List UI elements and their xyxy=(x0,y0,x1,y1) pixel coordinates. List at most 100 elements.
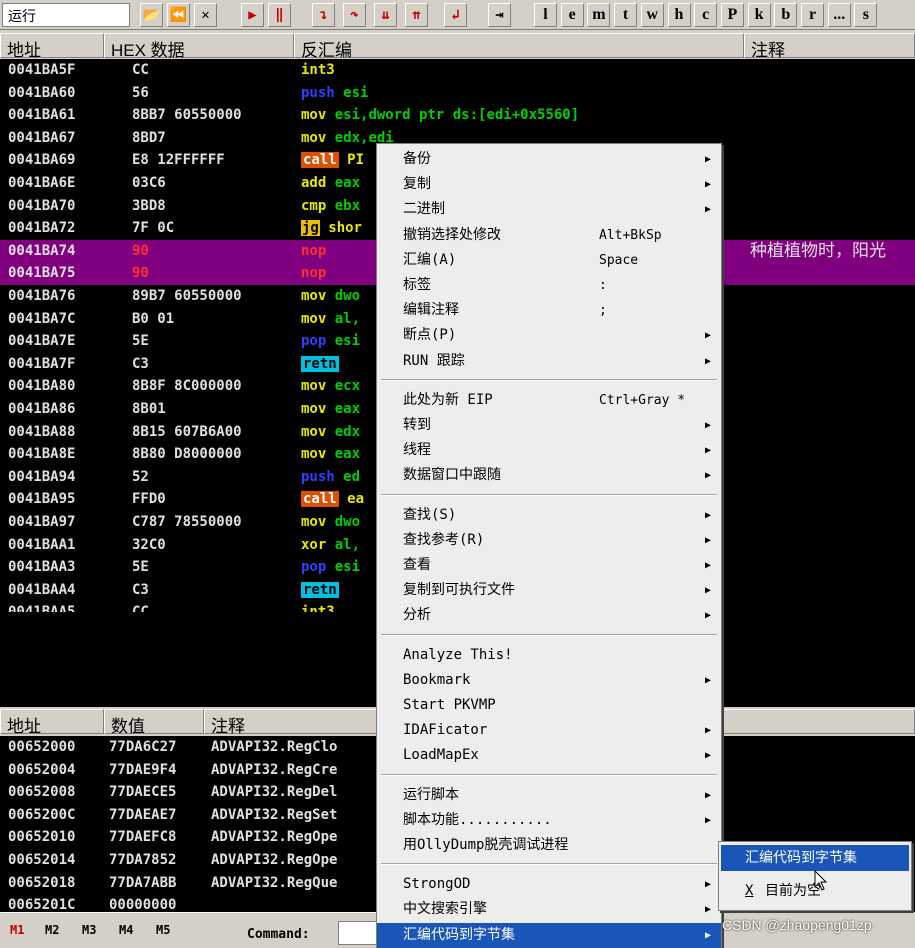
toolbar-window-button[interactable]: P xyxy=(720,3,744,27)
tab-m2[interactable]: M2 xyxy=(45,923,59,937)
row-address: 0041BAA4 xyxy=(8,581,76,598)
row-disassembly: nop xyxy=(301,265,327,282)
submenu-item-key: X xyxy=(745,883,754,899)
menu-item[interactable]: 撤销选择处修改 Alt+BkSp xyxy=(377,223,721,248)
toolbar-window-button[interactable]: m xyxy=(587,3,611,27)
menu-item[interactable]: 转到 ▶ xyxy=(377,413,721,438)
trace-into-icon[interactable]: ⇊ xyxy=(374,3,397,27)
step-into-icon[interactable]: ↴ xyxy=(312,3,335,27)
row-hex: C787 78550000 xyxy=(132,514,242,530)
dump-cmt: ADVAPI32.RegQue xyxy=(211,874,338,891)
step-over-icon[interactable]: ↷ xyxy=(343,3,366,27)
disassembly-row[interactable]: 0041BA5F CC int3 xyxy=(0,59,915,82)
menu-item[interactable]: 查看 ▶ xyxy=(377,553,721,578)
menu-item-label: 用OllyDump脱壳调试进程 xyxy=(403,837,569,853)
menu-item[interactable]: 标签: xyxy=(377,273,721,298)
row-disassembly: push ed xyxy=(301,468,361,485)
menu-item[interactable]: IDAFicator ▶ xyxy=(377,718,721,743)
menu-item[interactable]: 查找参考(R) ▶ xyxy=(377,528,721,553)
dump-val: 77DA7ABB xyxy=(109,874,177,891)
submenu-arrow-icon: ▶ xyxy=(704,204,711,216)
dump-val: 77DAEFC8 xyxy=(109,829,177,846)
trace-over-icon[interactable]: ⇈ xyxy=(405,3,428,27)
menu-item-label: 查找参考(R) xyxy=(403,531,485,548)
cpu-header-hex[interactable]: HEX 数据 xyxy=(104,33,294,60)
dump-val: 77DAE9F4 xyxy=(109,761,177,778)
menu-item[interactable]: LoadMapEx ▶ xyxy=(377,743,721,768)
menu-item[interactable]: 汇编代码到字节集 ▶ xyxy=(377,922,721,948)
menu-item[interactable]: 二进制 ▶ xyxy=(377,197,721,222)
menu-item[interactable]: 汇编(A) Space xyxy=(377,248,721,273)
dump-header-value[interactable]: 数值 xyxy=(104,709,204,736)
menu-item[interactable]: 用OllyDump脱壳调试进程 xyxy=(377,833,721,858)
menu-item-label: 断点(P) xyxy=(403,327,457,344)
menu-item[interactable]: RUN 跟踪 ▶ xyxy=(377,349,721,374)
cpu-header-disassembly[interactable]: 反汇编 xyxy=(294,33,744,60)
menu-item-label: RUN 跟踪 xyxy=(403,352,465,369)
row-hex: 8B01 xyxy=(132,401,166,417)
dump-header-address[interactable]: 地址 xyxy=(0,709,104,736)
menu-item-shortcut: ; xyxy=(599,303,607,319)
toolbar-window-button[interactable]: t xyxy=(614,3,638,27)
pause-icon[interactable]: ‖ xyxy=(268,3,291,27)
row-hex: 90 xyxy=(132,265,149,282)
toolbar-window-button[interactable]: ... xyxy=(827,3,851,27)
tab-m1[interactable]: M1 xyxy=(10,923,24,937)
menu-separator xyxy=(381,493,717,496)
goto-address-icon[interactable]: ⇥ xyxy=(488,3,511,27)
menu-item[interactable]: 线程 ▶ xyxy=(377,438,721,463)
run-icon[interactable]: ▶ xyxy=(241,3,264,27)
disassembly-row[interactable]: 0041BA60 56 push esi xyxy=(0,82,915,105)
menu-item[interactable]: Bookmark ▶ xyxy=(377,668,721,693)
cpu-header-comment[interactable]: 注释 xyxy=(744,33,915,60)
menu-item[interactable]: 数据窗口中跟随 ▶ xyxy=(377,463,721,488)
open-icon[interactable]: 📂 xyxy=(140,3,163,27)
menu-item[interactable]: Start PKVMP xyxy=(377,693,721,718)
dump-val: 00000000 xyxy=(109,897,177,912)
toolbar-window-button[interactable]: w xyxy=(640,3,664,27)
row-disassembly: mov edx xyxy=(301,423,361,440)
disassembly-row[interactable]: 0041BA61 8BB7 60550000 mov esi,dword ptr d… xyxy=(0,104,915,127)
row-disassembly: pop esi xyxy=(301,333,361,350)
restart-icon[interactable]: ⏪ xyxy=(167,3,190,27)
dump-val: 77DAEAE7 xyxy=(109,806,177,823)
row-address: 0041BA6E xyxy=(8,175,76,191)
menu-item-label: 编辑注释 xyxy=(403,302,459,319)
menu-item[interactable]: 查找(S) ▶ xyxy=(377,503,721,528)
cpu-header-address[interactable]: 地址 xyxy=(0,33,104,60)
tab-m3[interactable]: M3 xyxy=(82,923,96,937)
toolbar-window-button[interactable]: r xyxy=(801,3,824,27)
menu-item[interactable]: Analyze This! xyxy=(377,643,721,668)
execute-till-return-icon[interactable]: ↲ xyxy=(444,3,467,27)
menu-item[interactable]: 运行脚本 ▶ xyxy=(377,783,721,808)
menu-item[interactable]: 分析 ▶ xyxy=(377,603,721,628)
menu-item[interactable]: 复制 ▶ xyxy=(377,172,721,197)
toolbar-window-button[interactable]: b xyxy=(774,3,798,27)
menu-separator xyxy=(381,633,717,636)
tab-m4[interactable]: M4 xyxy=(119,923,133,937)
row-disassembly: xor al, xyxy=(301,536,361,553)
menu-item[interactable]: 脚本功能........... ▶ xyxy=(377,808,721,833)
row-address: 0041BAA5 xyxy=(8,601,75,612)
menu-item[interactable]: 中文搜索引擎 ▶ xyxy=(377,897,721,922)
menu-item[interactable]: 复制到可执行文件 ▶ xyxy=(377,578,721,603)
close-icon[interactable]: ✕ xyxy=(194,3,217,27)
menu-item[interactable]: 此处为新 EIP Ctrl+Gray * xyxy=(377,388,721,413)
submenu-item[interactable]: 汇编代码到字节集 xyxy=(721,845,909,871)
tab-m5[interactable]: M5 xyxy=(156,923,170,937)
menu-item[interactable]: 编辑注释; xyxy=(377,298,721,323)
toolbar-window-button[interactable]: s xyxy=(854,3,878,27)
toolbar-window-button[interactable]: l xyxy=(534,3,557,27)
menu-item[interactable]: StrongOD ▶ xyxy=(377,872,721,897)
row-disassembly: int3 xyxy=(301,601,335,612)
toolbar-window-button[interactable]: h xyxy=(667,3,691,27)
row-address: 0041BA67 xyxy=(8,129,76,146)
toolbar-window-button[interactable]: e xyxy=(560,3,584,27)
toolbar-window-button[interactable]: k xyxy=(747,3,771,27)
row-disassembly: int3 xyxy=(301,62,335,78)
menu-item[interactable]: 备份 ▶ xyxy=(377,147,721,172)
row-address: 0041BAA3 xyxy=(8,559,76,576)
toolbar-window-button[interactable]: c xyxy=(694,3,718,27)
menu-item[interactable]: 断点(P) ▶ xyxy=(377,323,721,348)
menu-item-label: 汇编代码到字节集 xyxy=(403,926,515,943)
